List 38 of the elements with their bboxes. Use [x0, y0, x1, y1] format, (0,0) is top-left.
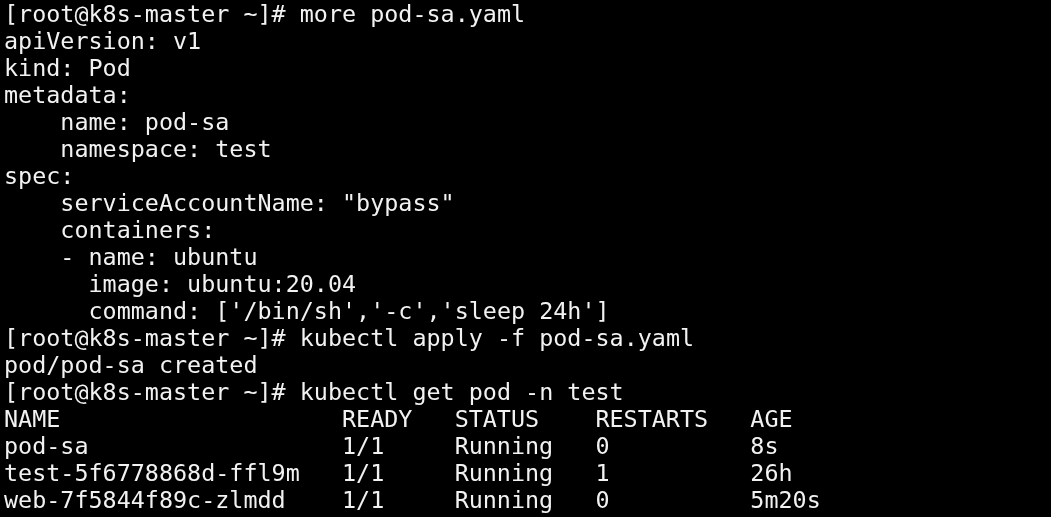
- table-cell-text: 5m20s: [750, 487, 822, 514]
- table-cell-text: 0: [595, 433, 611, 460]
- column-header: NAME: [4, 406, 62, 433]
- column-header: STATUS: [454, 406, 541, 433]
- output-line: namespace: test: [59, 136, 272, 163]
- output-line: image: ubuntu:20.04: [87, 271, 357, 298]
- command-text: more pod-sa.yaml: [299, 1, 526, 28]
- table-cell-text: 1: [595, 460, 611, 487]
- output-line: serviceAccountName: "bypass": [59, 190, 455, 217]
- table-cell-text: Running: [454, 460, 555, 487]
- table-cell-text: 1/1: [341, 433, 386, 460]
- output-line: containers:: [59, 217, 216, 244]
- column-header: RESTARTS: [595, 406, 710, 433]
- column-header: AGE: [750, 406, 794, 433]
- output-line: metadata:: [4, 82, 131, 109]
- column-header: READY: [341, 406, 414, 433]
- table-cell-text: Running: [454, 433, 555, 460]
- table-cell-text: 8s: [750, 433, 780, 460]
- table-cell-text: web-7f5844f89c-zlmdd: [4, 487, 287, 514]
- table-cell-text: Running: [454, 487, 555, 514]
- shell-prompt: [root@k8s-master ~]#: [4, 325, 286, 352]
- table-cell-text: pod-sa: [4, 433, 90, 460]
- output-line: name: pod-sa: [59, 109, 230, 136]
- shell-prompt: [root@k8s-master ~]#: [4, 1, 286, 28]
- output-line: - name: ubuntu: [59, 244, 258, 271]
- output-line: spec:: [4, 163, 75, 190]
- table-cell-text: 1/1: [341, 487, 386, 514]
- table-cell-text: 0: [595, 487, 611, 514]
- table-cell-text: test-5f6778868d-ffl9m: [4, 460, 301, 487]
- command-text: kubectl apply -f pod-sa.yaml: [299, 325, 695, 352]
- output-line: apiVersion: v1: [4, 28, 202, 55]
- shell-prompt: [root@k8s-master ~]#: [4, 379, 286, 406]
- output-line: pod/pod-sa created: [4, 352, 258, 379]
- command-text: kubectl get pod -n test: [299, 379, 624, 406]
- output-line: command: ['/bin/sh','-c','sleep 24h']: [87, 298, 610, 325]
- table-cell-text: 1/1: [341, 460, 386, 487]
- output-line: kind: Pod: [4, 55, 131, 82]
- table-cell-text: 26h: [750, 460, 794, 487]
